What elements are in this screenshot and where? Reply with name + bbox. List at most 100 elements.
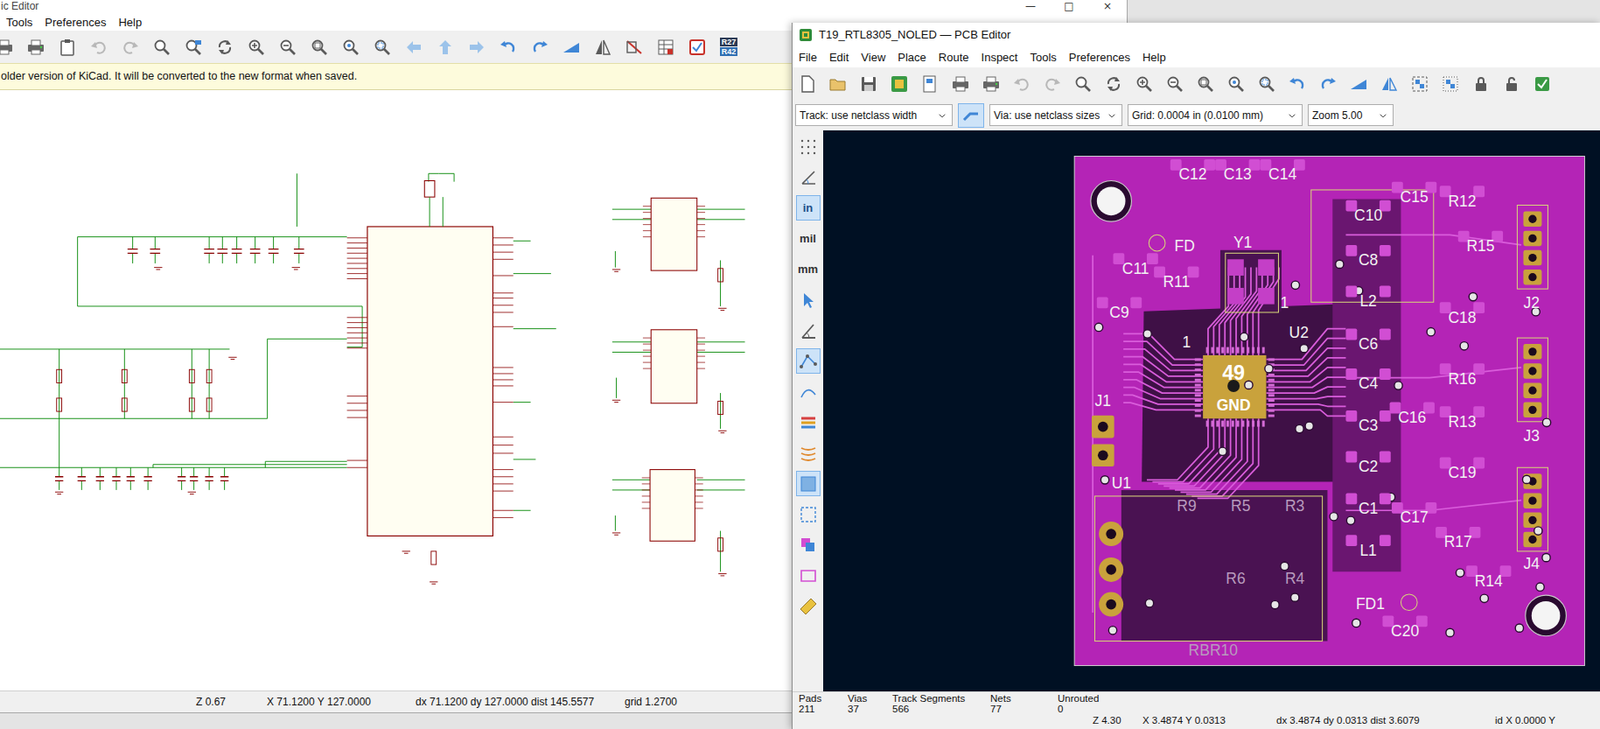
board-view[interactable]: C12C13C14C15R12C10R15FDY1C8J2C11R11L2C18…	[823, 130, 1600, 692]
bom-icon[interactable]	[653, 34, 678, 60]
desktop: ic Editor —□× ToolsPreferencesHelp R27R4…	[0, 0, 1600, 729]
rotate-right-icon[interactable]	[1315, 71, 1341, 97]
undo-icon[interactable]	[86, 34, 112, 60]
zoom-selection-icon[interactable]	[370, 34, 395, 60]
ratsnest-icon[interactable]	[796, 348, 821, 374]
grid-select[interactable]: Grid: 0.0004 in (0.0100 mm)	[1127, 104, 1303, 126]
zoom-objects-icon[interactable]	[1223, 71, 1249, 97]
redo-icon[interactable]	[1040, 71, 1065, 97]
grid-icon[interactable]	[796, 133, 821, 160]
plot-icon[interactable]	[23, 34, 49, 60]
open-icon[interactable]	[825, 71, 851, 97]
netlist-icon[interactable]	[684, 34, 710, 60]
lock-icon[interactable]	[1468, 71, 1494, 97]
via-size-select[interactable]: Via: use netclass sizes	[989, 104, 1123, 126]
print-icon[interactable]	[0, 34, 17, 60]
board-setup-icon[interactable]	[887, 71, 912, 97]
track-width-toggle[interactable]	[957, 103, 985, 128]
board-label: C4	[1358, 374, 1379, 392]
redo-icon[interactable]	[118, 34, 143, 60]
track-width-select[interactable]: Track: use netclass width	[795, 104, 953, 126]
title-bar: T19_RTL8305_NOLED — PCB Editor	[792, 22, 1600, 48]
annotate-icon[interactable]: R27R42	[716, 34, 741, 60]
board-label: C10	[1354, 206, 1383, 224]
save-icon[interactable]	[856, 71, 881, 97]
board-label: L2	[1359, 292, 1377, 310]
layers-icon[interactable]	[796, 531, 821, 558]
menu-item[interactable]: Inspect	[975, 48, 1025, 66]
drc-icon[interactable]	[1530, 71, 1555, 97]
mirror-x-icon[interactable]	[1346, 71, 1371, 97]
plot-icon[interactable]	[978, 71, 1004, 97]
zoom-fit-icon[interactable]	[307, 34, 332, 60]
curved-ratsnest-icon[interactable]	[796, 378, 821, 405]
find-icon[interactable]	[149, 34, 175, 60]
zoom-selection-icon[interactable]	[1254, 71, 1279, 97]
up-icon[interactable]	[433, 34, 458, 60]
menu-item[interactable]: Tools	[1023, 48, 1063, 66]
close-button[interactable]: ×	[1088, 0, 1127, 13]
board-label: FD	[1173, 237, 1195, 255]
status-field: Unrouted0	[1057, 692, 1119, 714]
window-controls: —□×	[1011, 0, 1127, 13]
menu-item[interactable]: Edit	[823, 48, 855, 66]
back-icon[interactable]	[401, 34, 427, 60]
board-label: R17	[1444, 532, 1473, 551]
zoom-in-icon[interactable]	[244, 34, 269, 60]
zoom-out-icon[interactable]	[1162, 71, 1188, 97]
zoom-objects-icon[interactable]	[338, 34, 364, 60]
heat-icon[interactable]	[796, 440, 821, 466]
cursor-icon[interactable]	[796, 286, 821, 313]
forward-icon[interactable]	[464, 34, 490, 60]
measure-icon[interactable]	[796, 593, 821, 619]
menu-item[interactable]: Tools	[0, 13, 39, 31]
undo-icon[interactable]	[1009, 71, 1035, 97]
units-button[interactable]: mm	[796, 256, 821, 282]
rotate-left-icon[interactable]	[496, 34, 521, 60]
rotate-right-icon[interactable]	[527, 34, 552, 60]
new-icon[interactable]	[795, 71, 820, 97]
status-label: Track Segments	[892, 692, 991, 704]
paste-icon[interactable]	[55, 34, 80, 60]
zoom-fit-icon[interactable]	[1193, 71, 1218, 97]
zoom-out-icon[interactable]	[275, 34, 301, 60]
replace-icon[interactable]	[181, 34, 206, 60]
minimize-button[interactable]: —	[1011, 0, 1050, 13]
unlock-icon[interactable]	[1499, 71, 1524, 97]
flip-icon[interactable]	[1376, 71, 1402, 97]
annotate-label: R42	[719, 47, 739, 56]
mirror-y-icon[interactable]	[590, 34, 615, 60]
group-icon[interactable]	[1407, 71, 1433, 97]
menu-item[interactable]: View	[854, 48, 892, 66]
select-box-icon[interactable]	[796, 501, 821, 527]
zone-highlight-icon[interactable]	[796, 470, 821, 497]
polar-icon[interactable]	[796, 164, 821, 190]
maximize-button[interactable]: □	[1049, 0, 1089, 13]
erc-icon[interactable]	[621, 34, 647, 60]
window-title: T19_RTL8305_NOLED — PCB Editor	[818, 26, 1011, 44]
refresh-icon[interactable]	[1101, 71, 1126, 97]
menu-item[interactable]: Preferences	[38, 13, 112, 31]
refresh-icon[interactable]	[212, 34, 238, 60]
angle-icon[interactable]	[796, 317, 821, 343]
rotate-left-icon[interactable]	[1285, 71, 1310, 97]
net-colors-icon[interactable]	[796, 409, 821, 435]
print-icon[interactable]	[948, 71, 973, 97]
menu-item[interactable]: Place	[891, 48, 933, 66]
menu-item[interactable]: Help	[1136, 48, 1173, 66]
menu-item[interactable]: File	[792, 48, 824, 66]
zoom-in-icon[interactable]	[1131, 71, 1157, 97]
menu-item[interactable]: Preferences	[1062, 48, 1137, 66]
page-setup-icon[interactable]	[917, 71, 943, 97]
status-field: Pads211	[798, 692, 848, 714]
zone-outline-icon[interactable]	[796, 562, 821, 588]
pcb-canvas[interactable]: C12C13C14C15R12C10R15FDY1C8J2C11R11L2C18…	[823, 130, 1600, 692]
menu-item[interactable]: Route	[932, 48, 976, 66]
mirror-x-icon[interactable]	[558, 34, 584, 60]
units-button[interactable]: in	[796, 195, 821, 221]
find-icon[interactable]	[1070, 71, 1096, 97]
zoom-select[interactable]: Zoom 5.00	[1307, 104, 1394, 126]
ungroup-icon[interactable]	[1438, 71, 1463, 97]
units-button[interactable]: mil	[796, 225, 821, 252]
menu-item[interactable]: Help	[111, 13, 148, 31]
